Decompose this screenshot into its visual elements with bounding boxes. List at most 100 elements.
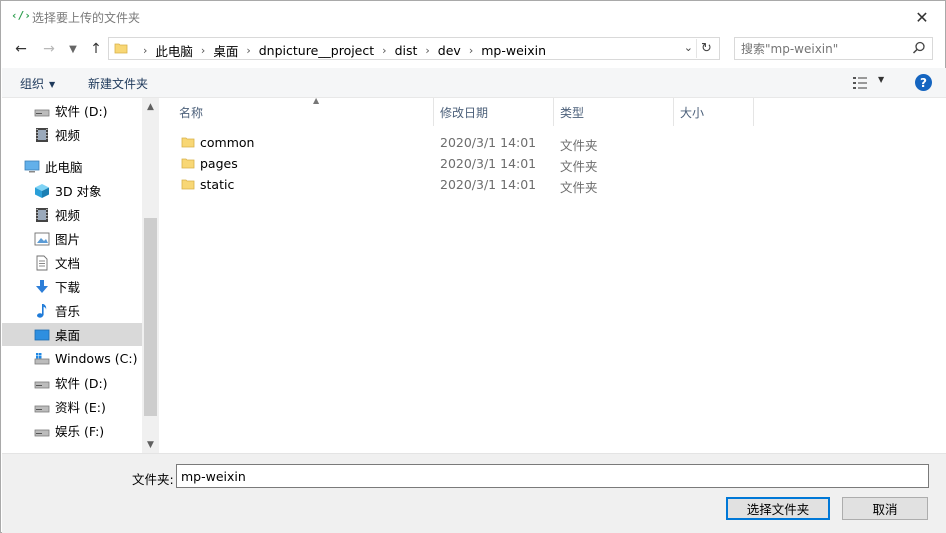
chevron-down-icon: ▼: [69, 43, 77, 55]
file-row[interactable]: static 2020/3/1 14:01 文件夹: [173, 174, 773, 195]
folder-label: 文件夹:: [132, 472, 174, 487]
up-button[interactable]: ↑: [86, 39, 106, 59]
help-button[interactable]: ?: [915, 74, 932, 91]
nav-item[interactable]: 视频: [2, 123, 142, 146]
video-icon: [34, 127, 50, 143]
forward-button[interactable]: →: [39, 39, 59, 59]
nav-item-label: 视频: [55, 128, 81, 143]
chevron-right-icon[interactable]: ›: [246, 44, 250, 57]
search-box[interactable]: [734, 37, 933, 60]
search-icon: [912, 41, 925, 54]
breadcrumb-item[interactable]: 桌面: [213, 41, 238, 60]
nav-item[interactable]: 音乐: [2, 299, 142, 322]
folder-icon: [181, 177, 195, 191]
view-caret-down-icon[interactable]: ▼: [878, 75, 884, 84]
file-name: common: [200, 135, 255, 150]
nav-scrollbar[interactable]: ▲ ▼: [142, 98, 159, 453]
breadcrumb-item[interactable]: dev: [438, 43, 461, 58]
back-button[interactable]: ←: [11, 39, 31, 59]
file-name: pages: [200, 156, 238, 171]
nav-item[interactable]: 3D 对象: [2, 179, 142, 202]
folder-icon: [181, 156, 195, 170]
document-icon: [34, 255, 50, 271]
music-icon: [34, 303, 50, 319]
file-dialog-window: ‹/› 选择要上传的文件夹 ✕ ← → ▼ ↑ › 此电脑 › 桌面 › dnp…: [0, 0, 946, 533]
breadcrumb-item[interactable]: mp-weixin: [481, 43, 546, 58]
chevron-right-icon[interactable]: ›: [382, 44, 386, 57]
refresh-button[interactable]: ↻: [696, 39, 716, 58]
file-modified: 2020/3/1 14:01: [440, 135, 537, 150]
chevron-right-icon[interactable]: ›: [201, 44, 205, 57]
view-options-icon[interactable]: [852, 76, 868, 90]
arrow-up-icon: ↑: [90, 41, 102, 57]
refresh-icon: ↻: [701, 41, 712, 56]
column-header-type-label: 类型: [560, 105, 585, 120]
file-modified: 2020/3/1 14:01: [440, 177, 537, 192]
drive-icon: [34, 399, 50, 415]
breadcrumb: › 此电脑 › 桌面 › dnpicture__project › dist ›…: [135, 41, 546, 60]
navigation-pane: 软件 (D:) 视频 此电脑 3D 对象 视频 图片 文档 下载 音乐 桌面 Windows (C:…: [2, 98, 159, 453]
drive-icon: [34, 375, 50, 391]
column-header-modified[interactable]: 修改日期: [434, 98, 554, 126]
search-input[interactable]: [741, 41, 901, 57]
file-row[interactable]: pages 2020/3/1 14:01 文件夹: [173, 153, 773, 174]
nav-item[interactable]: 软件 (D:): [2, 371, 142, 394]
organize-button[interactable]: 组织 ▼: [20, 75, 55, 92]
title-bar: ‹/› 选择要上传的文件夹 ✕: [1, 1, 945, 33]
nav-item-label: 3D 对象: [55, 184, 102, 199]
nav-item-label: 桌面: [55, 328, 81, 343]
scroll-up-icon[interactable]: ▲: [142, 98, 159, 115]
breadcrumb-item[interactable]: dnpicture__project: [259, 43, 374, 58]
nav-item-label: 软件 (D:): [55, 376, 108, 391]
nav-item[interactable]: Windows (C:): [2, 347, 142, 370]
recent-locations-button[interactable]: ▼: [63, 39, 83, 59]
scroll-thumb[interactable]: [144, 218, 157, 416]
address-dropdown-icon[interactable]: ⌄: [684, 41, 693, 54]
address-bar[interactable]: › 此电脑 › 桌面 › dnpicture__project › dist ›…: [108, 37, 720, 60]
nav-item[interactable]: 此电脑: [2, 155, 142, 178]
arrow-left-icon: ←: [15, 41, 27, 57]
drive-icon: [34, 423, 50, 439]
close-button[interactable]: ✕: [899, 1, 945, 33]
folder-icon: [181, 135, 195, 149]
breadcrumb-item[interactable]: dist: [395, 43, 418, 58]
chevron-right-icon[interactable]: ›: [425, 44, 429, 57]
file-modified: 2020/3/1 14:01: [440, 156, 537, 171]
breadcrumb-item[interactable]: 此电脑: [155, 41, 193, 60]
nav-item[interactable]: 下载: [2, 275, 142, 298]
download-icon: [34, 279, 50, 295]
column-header-size[interactable]: 大小: [674, 98, 754, 126]
file-name: static: [200, 177, 235, 192]
nav-item-label: 音乐: [55, 304, 81, 319]
cancel-button[interactable]: 取消: [842, 497, 928, 520]
arrow-right-icon: →: [43, 41, 55, 57]
nav-item[interactable]: 桌面: [2, 323, 142, 346]
nav-item[interactable]: 软件 (D:): [2, 99, 142, 122]
close-icon: ✕: [915, 7, 929, 27]
file-type: 文件夹: [560, 159, 598, 174]
nav-item-label: 图片: [55, 232, 81, 247]
computer-icon: [24, 159, 40, 175]
video-icon: [34, 207, 50, 223]
scroll-down-icon[interactable]: ▼: [142, 436, 159, 453]
sort-ascending-icon: ▲: [313, 96, 320, 105]
folder-name-input[interactable]: [176, 464, 929, 488]
column-header-size-label: 大小: [680, 105, 705, 120]
nav-item-label: 资料 (E:): [55, 400, 106, 415]
nav-item[interactable]: 视频: [2, 203, 142, 226]
windows-drive-icon: [34, 351, 50, 367]
nav-item-label: 娱乐 (F:): [55, 424, 105, 439]
new-folder-button[interactable]: 新建文件夹: [88, 75, 148, 92]
nav-item[interactable]: 图片: [2, 227, 142, 250]
picture-icon: [34, 231, 50, 247]
column-header-type[interactable]: 类型: [554, 98, 674, 126]
file-list: 名称 ▲ 修改日期 类型 大小 common 2020/3/1 14:01 文件夹 p…: [159, 96, 946, 453]
file-type: 文件夹: [560, 138, 598, 153]
nav-item[interactable]: 娱乐 (F:): [2, 419, 142, 442]
file-row[interactable]: common 2020/3/1 14:01 文件夹: [173, 132, 773, 153]
nav-item[interactable]: 文档: [2, 251, 142, 274]
select-folder-button[interactable]: 选择文件夹: [726, 497, 830, 520]
chevron-right-icon[interactable]: ›: [469, 44, 473, 57]
nav-item[interactable]: 资料 (E:): [2, 395, 142, 418]
column-header-name[interactable]: 名称 ▲: [173, 96, 434, 126]
